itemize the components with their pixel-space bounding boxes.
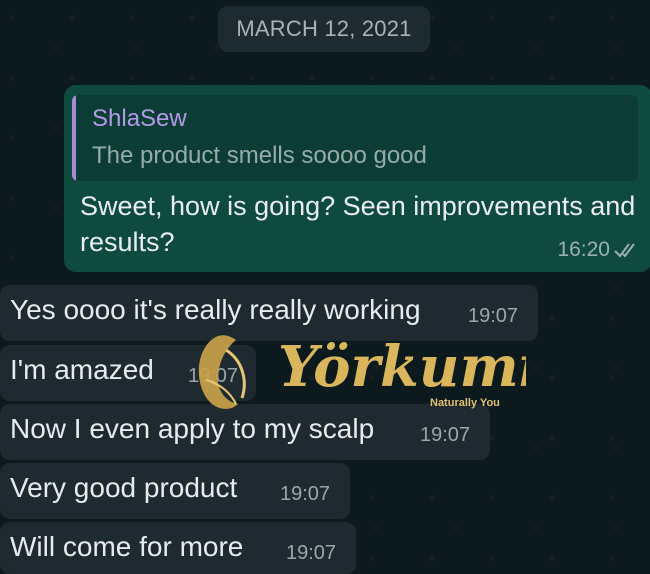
incoming-message-text: Will come for more [10,531,244,562]
incoming-message-text: Very good product [10,472,238,503]
outgoing-message-text: Sweet, how is going? Seen improvements a… [80,191,636,257]
outgoing-message-bubble[interactable]: ShlaSew The product smells soooo good Sw… [64,85,650,272]
incoming-message-bubble[interactable]: Will come for more 19:07 [0,522,356,574]
quote-accent-bar [72,95,76,181]
watermark-brand: Yörkumi [278,334,526,400]
date-separator: MARCH 12, 2021 [218,6,430,52]
watermark-tagline: Naturally You [430,397,500,409]
incoming-message-time: 19:07 [286,542,337,564]
brand-watermark-logo: Yörkumi Naturally You [198,334,526,409]
incoming-message-text: I'm amazed [10,354,154,385]
quote-author: ShlaSew [92,105,187,132]
incoming-message-time: 19:07 [280,483,331,505]
double-check-icon [614,243,635,258]
outgoing-message-meta: 16:20 [557,238,640,262]
quoted-message[interactable]: ShlaSew The product smells soooo good [72,95,638,181]
outgoing-message-time: 16:20 [557,238,610,261]
quote-text: The product smells soooo good [92,142,427,169]
incoming-message-bubble[interactable]: Very good product 19:07 [0,463,350,519]
